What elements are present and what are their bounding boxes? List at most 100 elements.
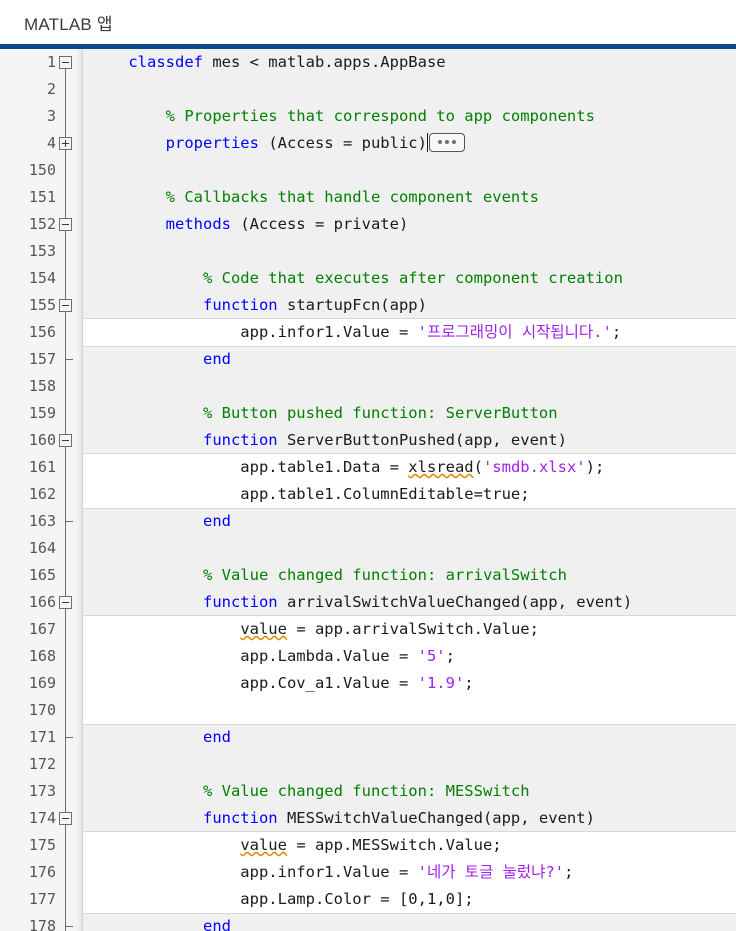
code-line-text: end — [202, 917, 231, 931]
line-number: 161 — [28, 458, 56, 476]
gutter-row: 153 — [0, 238, 83, 265]
gutter-row: 157 — [0, 346, 83, 373]
line-number: 178 — [28, 917, 56, 931]
code-area[interactable]: classdef mes < matlab.apps.AppBase % Pro… — [83, 49, 736, 931]
fold-collapse-icon[interactable] — [59, 299, 72, 312]
line-number: 170 — [28, 701, 56, 719]
gutter-row: 154 — [0, 265, 83, 292]
line-number: 169 — [28, 674, 56, 692]
fold-expand-icon[interactable] — [59, 137, 72, 150]
code-line[interactable]: app.infor1.Value = '네가 토글 눌렀냐?'; — [83, 859, 736, 886]
code-line[interactable]: value = app.MESSwitch.Value; — [83, 832, 736, 859]
code-rows: classdef mes < matlab.apps.AppBase % Pro… — [83, 49, 736, 931]
line-number: 154 — [28, 269, 56, 287]
line-number: 3 — [46, 107, 56, 125]
line-number: 152 — [28, 215, 56, 233]
code-line-text: app.table1.ColumnEditable=true; — [91, 485, 530, 503]
code-line[interactable]: app.table1.Data = xlsread('smdb.xlsx'); — [83, 454, 736, 481]
fold-collapse-icon[interactable] — [59, 56, 72, 69]
code-line-text: % Properties that correspond to app comp… — [165, 107, 595, 125]
line-number: 176 — [28, 863, 56, 881]
code-line[interactable] — [83, 751, 736, 778]
code-line-text: value = app.MESSwitch.Value; — [240, 836, 502, 854]
gutter-row: 173 — [0, 778, 83, 805]
gutter-rows: 1 2 3 4 150 151 152 153 154 155 156 157 158 159 160 161… — [0, 49, 83, 931]
gutter-row: 3 — [0, 103, 83, 130]
gutter-row: 172 — [0, 751, 83, 778]
code-line[interactable]: app.infor1.Value = '프로그래밍이 시작됩니다.'; — [83, 319, 736, 346]
line-number: 174 — [28, 809, 56, 827]
editor-gutter: 1 2 3 4 150 151 152 153 154 155 156 157 158 159 160 161… — [0, 49, 83, 931]
code-line[interactable] — [83, 697, 736, 724]
code-editor: 1 2 3 4 150 151 152 153 154 155 156 157 158 159 160 161… — [0, 49, 736, 931]
code-line[interactable]: end — [83, 913, 736, 931]
code-line[interactable]: % Value changed function: MESSwitch — [83, 778, 736, 805]
gutter-row: 155 — [0, 292, 83, 319]
gutter-row: 4 — [0, 130, 83, 157]
code-line[interactable]: % Button pushed function: ServerButton — [83, 400, 736, 427]
code-line-text: % Value changed function: arrivalSwitch — [202, 566, 567, 584]
fold-block-end-marker — [65, 359, 73, 360]
code-line[interactable]: % Code that executes after component cre… — [83, 265, 736, 292]
gutter-row: 176 — [0, 859, 83, 886]
text-cursor — [426, 133, 428, 152]
code-line[interactable]: app.table1.ColumnEditable=true; — [83, 481, 736, 508]
code-line[interactable]: function startupFcn(app) — [83, 292, 736, 319]
code-line[interactable]: % Properties that correspond to app comp… — [83, 103, 736, 130]
code-line[interactable]: % Callbacks that handle component events — [83, 184, 736, 211]
fold-collapse-icon[interactable] — [59, 218, 72, 231]
code-line[interactable]: function ServerButtonPushed(app, event) — [83, 427, 736, 454]
code-line[interactable]: methods (Access = private) — [83, 211, 736, 238]
app-header: MATLAB 앱 — [0, 0, 736, 44]
code-line-text: % Code that executes after component cre… — [202, 269, 623, 287]
code-line[interactable]: app.Cov_a1.Value = '1.9'; — [83, 670, 736, 697]
line-number: 1 — [46, 53, 56, 71]
code-line[interactable]: end — [83, 346, 736, 373]
gutter-row: 175 — [0, 832, 83, 859]
code-line[interactable] — [83, 238, 736, 265]
gutter-row: 171 — [0, 724, 83, 751]
fold-block-end-marker — [65, 926, 73, 927]
code-line-text: % Button pushed function: ServerButton — [202, 404, 558, 422]
code-line[interactable] — [83, 157, 736, 184]
code-line[interactable] — [83, 535, 736, 562]
matlab-app-designer-code-view: MATLAB 앱 1 2 3 4 150 151 152 153 154 155 156 157 158… — [0, 0, 736, 931]
collapsed-code-ellipsis-button[interactable] — [428, 133, 465, 152]
gutter-row: 150 — [0, 157, 83, 184]
code-line[interactable]: app.Lamp.Color = [0,1,0]; — [83, 886, 736, 913]
line-number: 160 — [28, 431, 56, 449]
code-line-text: % Callbacks that handle component events — [165, 188, 539, 206]
code-line-text: app.Lambda.Value = '5'; — [91, 647, 455, 665]
code-line[interactable]: properties (Access = public) — [83, 130, 736, 157]
code-line[interactable]: app.Lambda.Value = '5'; — [83, 643, 736, 670]
code-line[interactable] — [83, 76, 736, 103]
line-number: 168 — [28, 647, 56, 665]
line-number: 166 — [28, 593, 56, 611]
fold-block-end-marker — [65, 521, 73, 522]
code-line-text: app.infor1.Value = '네가 토글 눌렀냐?'; — [91, 863, 574, 881]
line-number: 153 — [28, 242, 56, 260]
code-line-text: classdef mes < matlab.apps.AppBase — [128, 53, 446, 71]
gutter-row: 178 — [0, 913, 83, 931]
code-line[interactable]: % Value changed function: arrivalSwitch — [83, 562, 736, 589]
code-line[interactable] — [83, 373, 736, 400]
code-line[interactable]: classdef mes < matlab.apps.AppBase — [83, 49, 736, 76]
gutter-row: 170 — [0, 697, 83, 724]
code-line[interactable]: function arrivalSwitchValueChanged(app, … — [83, 589, 736, 616]
line-number: 163 — [28, 512, 56, 530]
code-line[interactable]: end — [83, 724, 736, 751]
line-number: 150 — [28, 161, 56, 179]
code-line[interactable]: end — [83, 508, 736, 535]
fold-collapse-icon[interactable] — [59, 812, 72, 825]
fold-collapse-icon[interactable] — [59, 434, 72, 447]
fold-collapse-icon[interactable] — [59, 596, 72, 609]
gutter-row: 169 — [0, 670, 83, 697]
line-number: 156 — [28, 323, 56, 341]
line-number: 162 — [28, 485, 56, 503]
line-number: 4 — [46, 134, 56, 152]
gutter-row: 174 — [0, 805, 83, 832]
gutter-row: 167 — [0, 616, 83, 643]
code-line[interactable]: function MESSwitchValueChanged(app, even… — [83, 805, 736, 832]
code-line[interactable]: value = app.arrivalSwitch.Value; — [83, 616, 736, 643]
gutter-row: 159 — [0, 400, 83, 427]
